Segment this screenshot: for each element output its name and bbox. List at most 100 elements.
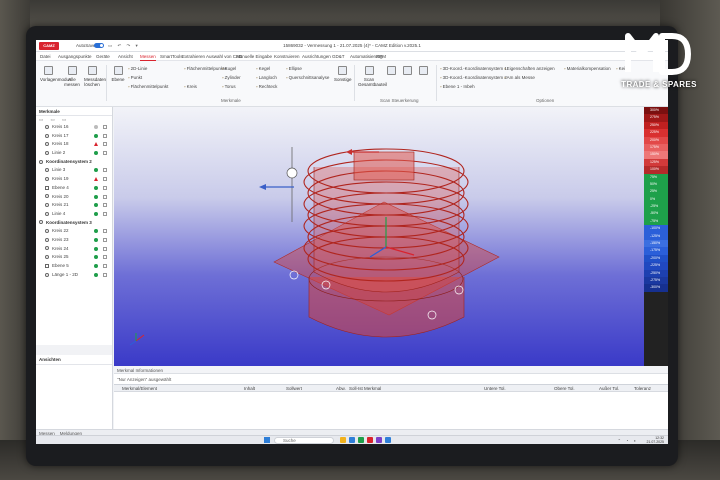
column-header[interactable]: Toleranz (634, 386, 651, 391)
column-header[interactable]: Obere Tol. (554, 386, 575, 391)
taskbar-app-icon[interactable] (358, 437, 364, 443)
column-header[interactable]: Soll-Ist Merkmal (349, 386, 381, 391)
tree-row[interactable]: Linie 3 (36, 166, 112, 175)
visibility-checkbox[interactable] (103, 255, 107, 260)
scan-part-button[interactable]: Scan Gesamtbauteil (358, 66, 387, 87)
feature-ellipse[interactable]: Ellipse (286, 66, 302, 71)
visibility-checkbox[interactable] (103, 246, 107, 251)
visibility-checkbox[interactable] (103, 125, 107, 129)
feature-2d-line[interactable]: 2D-Linie (128, 66, 148, 71)
visibility-checkbox[interactable] (103, 168, 107, 173)
menu-tab-2[interactable]: Geräte (96, 54, 110, 59)
feature-point[interactable]: Punkt (128, 75, 143, 80)
tree-row[interactable]: Ebene 4 (36, 184, 112, 193)
as-measure-option[interactable]: Am als Messe (504, 75, 535, 80)
taskbar-app-icon[interactable] (367, 437, 373, 443)
visibility-checkbox[interactable] (103, 203, 107, 208)
rotate-handle-icon[interactable] (286, 167, 298, 179)
feature-slot[interactable]: Langloch (256, 75, 277, 80)
menu-tab-4[interactable]: Messen (140, 54, 156, 61)
menu-tab-9[interactable]: Konstruieren (274, 54, 300, 59)
feature-cone[interactable]: Kegel (256, 66, 271, 71)
taskbar-app-icon[interactable] (340, 437, 346, 443)
clock[interactable]: 12:32 21.07.2025 (646, 436, 664, 444)
start-icon[interactable] (264, 437, 270, 443)
visibility-checkbox[interactable] (103, 151, 107, 156)
clear-data-button[interactable]: Messdaten löschen (84, 66, 106, 87)
column-header[interactable]: Untere Tol. (484, 386, 506, 391)
menu-tab-10[interactable]: Ausrichtungen (302, 54, 331, 59)
taskbar-search[interactable]: Suche (274, 437, 334, 444)
visibility-checkbox[interactable] (103, 142, 107, 147)
features-toolbar[interactable]: ▭ ▭ ▭ (36, 116, 112, 123)
feature-circle[interactable]: Kreis (184, 84, 197, 89)
visibility-checkbox[interactable] (103, 264, 107, 268)
menu-tab-8[interactable]: Manuelle Eingabe (236, 54, 272, 59)
menu-tab-0[interactable]: Datei (40, 54, 51, 59)
feature-area-center[interactable]: Flächenmittelpunkt (128, 84, 169, 89)
coord-system-2[interactable]: 3D-Koord.-Koordinatensystem 2 (440, 75, 507, 80)
tree-row[interactable]: Kreis 18 (36, 140, 112, 149)
top-fixture (353, 151, 415, 181)
tree-row[interactable]: Kreis 19 (36, 175, 112, 184)
menu-tab-3[interactable]: Ansicht (118, 54, 133, 59)
tree-row[interactable]: Kreis 25 (36, 253, 112, 262)
scale-label: -100% (650, 226, 661, 231)
menu-tab-6[interactable]: Extrahieren (182, 54, 205, 59)
plane-button[interactable]: Ebene (110, 66, 126, 82)
plane-selector[interactable]: Ebene 1 - Inbeh (440, 84, 475, 89)
other-button[interactable]: Sonstige (334, 66, 352, 82)
feature-rectangle[interactable]: Rechteck (256, 84, 278, 89)
tree-row[interactable]: Koordinatensystem 2 (36, 158, 112, 167)
feature-torus[interactable]: Torus (222, 84, 236, 89)
material-compensation-option[interactable]: Materialkompensation (564, 66, 611, 71)
feature-cylinder[interactable]: Zylinder (222, 75, 241, 80)
tree-row[interactable]: Linie 4 (36, 210, 112, 219)
menu-tab-5[interactable]: SmartTools (160, 54, 183, 59)
feature-cross-section[interactable]: Querschnittsanalyse (286, 75, 330, 80)
column-header[interactable]: Außer Tol. (599, 386, 619, 391)
taskbar-app-icon[interactable] (385, 437, 391, 443)
feature-area-centers[interactable]: Flächenmittelpunkte (184, 66, 227, 71)
measure-all-button[interactable]: Alle messen (64, 66, 80, 87)
visibility-checkbox[interactable] (103, 272, 107, 277)
tree-row[interactable]: Kreis 24 (36, 245, 112, 254)
visibility-checkbox[interactable] (103, 229, 107, 234)
3d-viewport[interactable] (114, 107, 644, 366)
menu-tab-13[interactable]: RPM (376, 54, 386, 59)
template-mode-button[interactable]: Vorlagenmodus (40, 66, 71, 82)
scan-option-3[interactable] (415, 66, 431, 77)
bottom-panel-toolbar[interactable] (36, 345, 113, 355)
coord-system-1[interactable]: 3D-Koord.-Koordinatensystem 1 (440, 66, 507, 71)
show-properties-option[interactable]: Eigenschaften anzeigen (504, 66, 555, 71)
menu-tab-11[interactable]: GD&T (332, 54, 345, 59)
tree-row[interactable]: Linie 2 (36, 149, 112, 158)
circle-icon (45, 142, 49, 147)
column-header[interactable]: Inhalt (244, 386, 255, 391)
visibility-checkbox[interactable] (103, 194, 107, 199)
feature-sphere[interactable]: Kugel (222, 66, 237, 71)
tree-row[interactable]: Kreis 21 (36, 201, 112, 210)
tree-row[interactable]: Kreis 20 (36, 193, 112, 202)
tree-row[interactable]: Kreis 23 (36, 236, 112, 245)
visibility-checkbox[interactable] (103, 177, 107, 182)
tree-row[interactable]: Ebene 5 (36, 262, 112, 271)
taskbar-app-icon[interactable] (349, 437, 355, 443)
system-tray[interactable]: ⌃ ◔ ◖ (618, 438, 638, 443)
taskbar-app-icon[interactable] (376, 437, 382, 443)
tree-row[interactable]: Kreis 22 (36, 227, 112, 236)
scan-option-1[interactable] (383, 66, 399, 77)
scan-option-2[interactable] (399, 66, 415, 77)
visibility-checkbox[interactable] (103, 237, 107, 242)
tree-row[interactable]: Länge 1 - 2D (36, 271, 112, 280)
column-header[interactable]: Merkmal/Element (122, 386, 157, 391)
visibility-checkbox[interactable] (103, 185, 107, 190)
menu-tab-1[interactable]: Ausgangspunkte (58, 54, 92, 59)
tree-row[interactable]: Koordinatensystem 3 (36, 219, 112, 228)
visibility-checkbox[interactable] (103, 211, 107, 216)
tree-row[interactable]: Kreis 17 (36, 132, 112, 141)
tree-row[interactable]: Kreis 16 (36, 123, 112, 132)
visibility-checkbox[interactable] (103, 133, 107, 138)
column-header[interactable]: Sollwert (286, 386, 302, 391)
column-header[interactable]: Abw. (336, 386, 346, 391)
